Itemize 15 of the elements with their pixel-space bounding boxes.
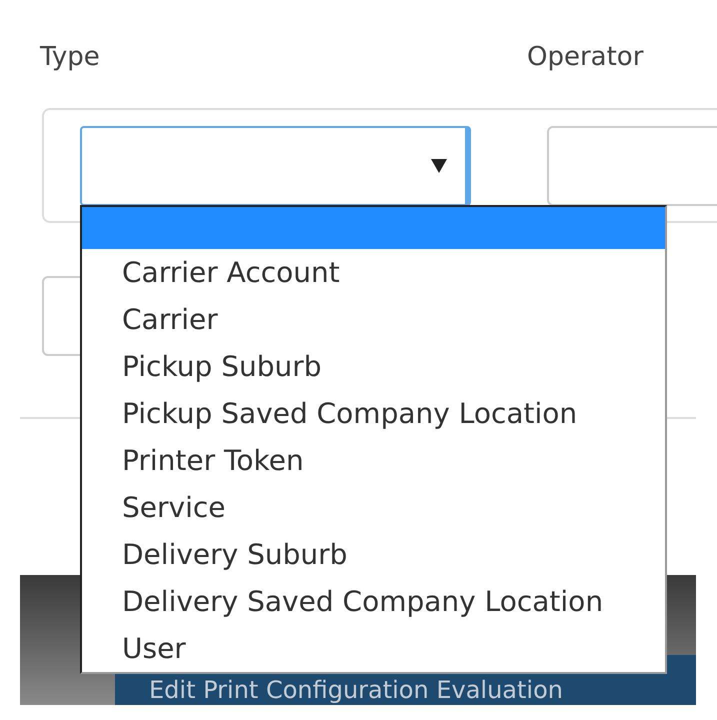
operator-field[interactable]: [547, 126, 717, 206]
dropdown-option[interactable]: Pickup Suburb: [82, 343, 665, 390]
type-label: Type: [40, 41, 101, 74]
dropdown-option[interactable]: User: [82, 625, 665, 672]
window-title: Edit Print Configuration Evaluation: [148, 676, 563, 705]
caret-icon: [431, 159, 447, 173]
dropdown-option[interactable]: Pickup Saved Company Location: [82, 390, 665, 437]
dropdown-option[interactable]: Printer Token: [82, 437, 665, 484]
dropdown-option[interactable]: Delivery Suburb: [82, 531, 665, 578]
dropdown-option[interactable]: Carrier Account: [82, 249, 665, 296]
dropdown-option[interactable]: Carrier: [82, 296, 665, 343]
type-select[interactable]: [80, 126, 471, 206]
dropdown-option[interactable]: Service: [82, 484, 665, 531]
operator-label: Operator: [527, 41, 644, 74]
dropdown-option[interactable]: Delivery Saved Company Location: [82, 578, 665, 625]
